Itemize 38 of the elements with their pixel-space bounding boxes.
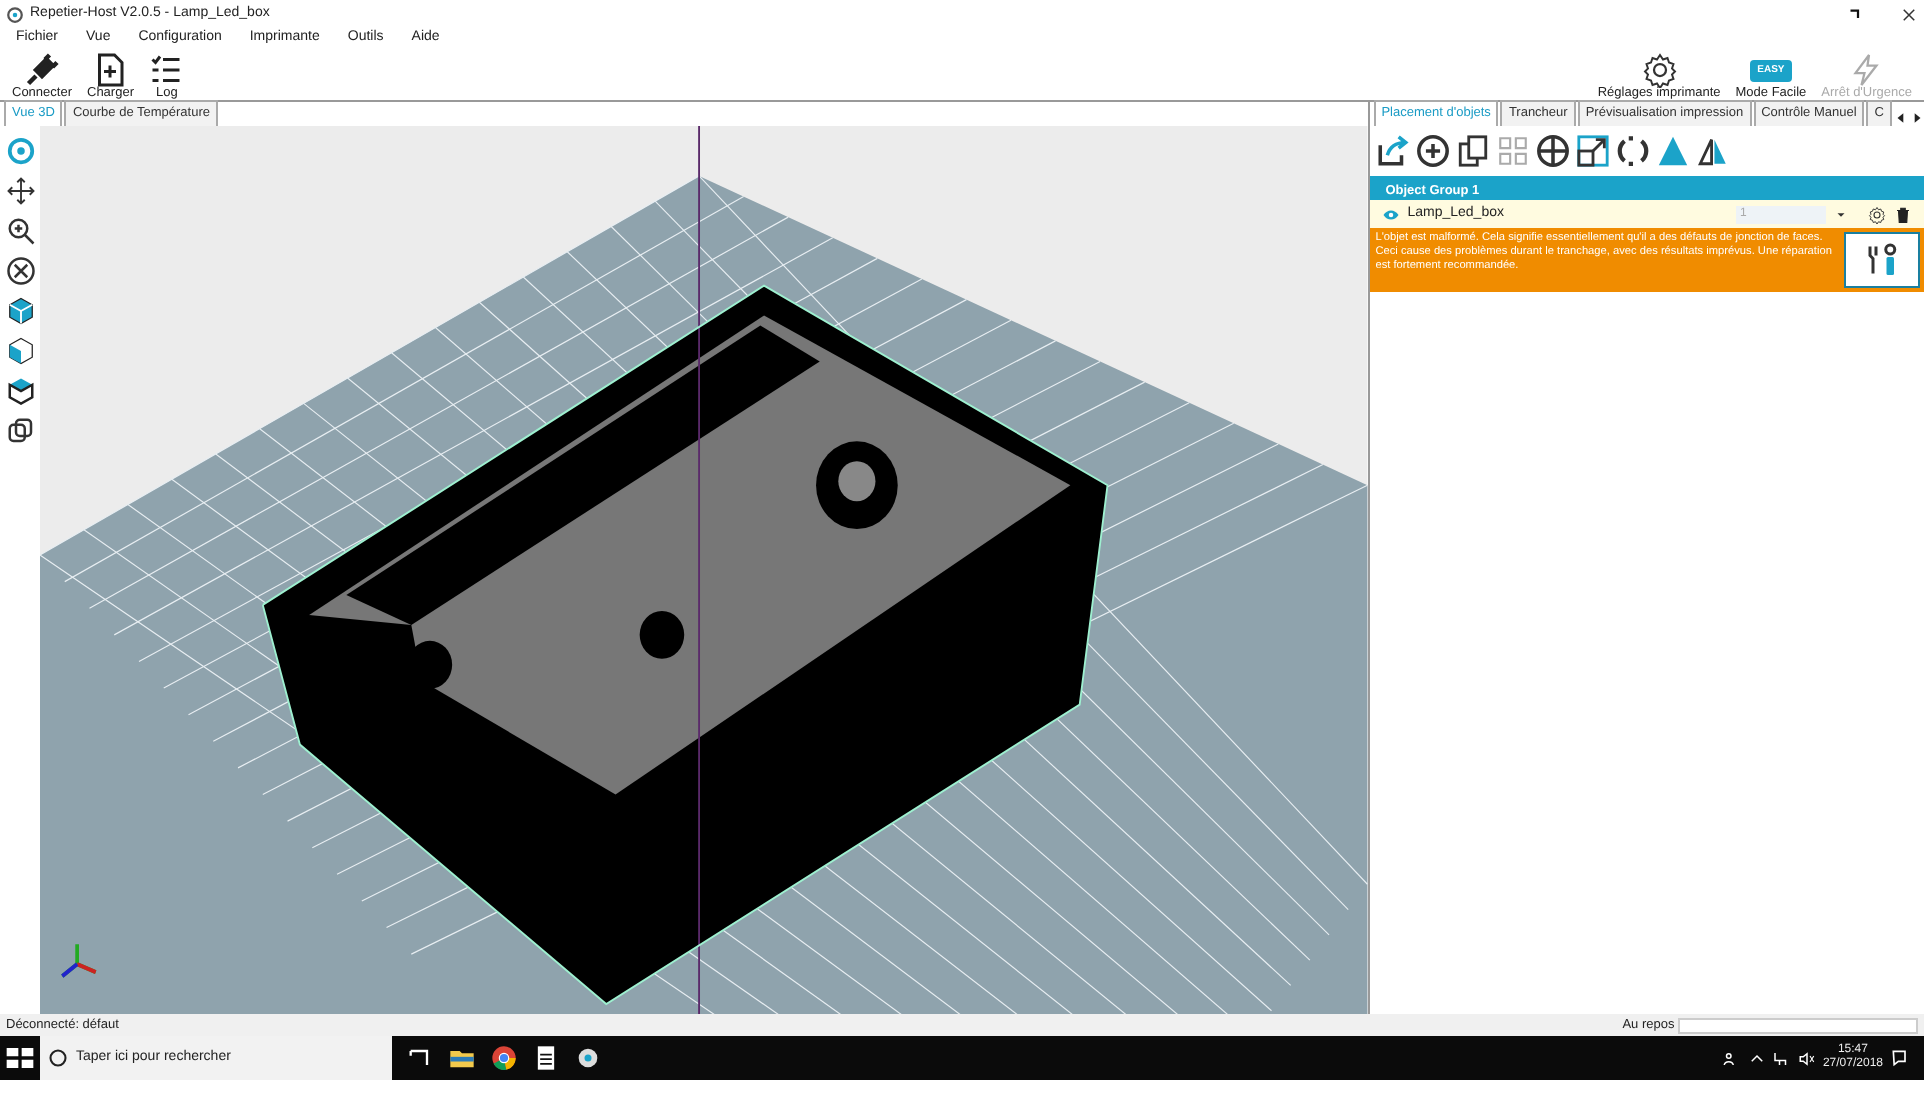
- zoom-icon[interactable]: [5, 216, 35, 246]
- tools-icon: [1864, 242, 1900, 278]
- export-icon[interactable]: [1375, 134, 1410, 168]
- speaker-icon[interactable]: [1797, 1049, 1816, 1067]
- add-icon[interactable]: [1415, 134, 1450, 168]
- checklist-icon: [148, 51, 185, 87]
- lightning-icon: [1848, 51, 1885, 87]
- copy-icon[interactable]: [1455, 134, 1490, 168]
- center-icon[interactable]: [1535, 134, 1570, 168]
- scale-icon[interactable]: [1575, 134, 1610, 168]
- trash-icon[interactable]: [1894, 205, 1912, 223]
- app-logo-icon: [6, 5, 24, 23]
- eye-icon[interactable]: [1381, 205, 1400, 223]
- calculator-icon[interactable]: [532, 1044, 560, 1072]
- cube-icon[interactable]: [5, 336, 35, 366]
- file-add-icon: [92, 51, 129, 87]
- app-icon[interactable]: [574, 1044, 602, 1072]
- repair-button[interactable]: [1844, 232, 1920, 288]
- cube-icon[interactable]: [5, 296, 35, 326]
- browser-icon[interactable]: [490, 1044, 518, 1072]
- cube-outline-icon[interactable]: [5, 416, 35, 446]
- plug-icon: [24, 51, 60, 87]
- cube-icon[interactable]: [5, 376, 35, 406]
- mirror-icon[interactable]: [1695, 134, 1730, 168]
- network-icon[interactable]: [1772, 1049, 1791, 1067]
- move-icon[interactable]: [5, 176, 35, 206]
- restore-icon[interactable]: [1846, 5, 1864, 23]
- notification-icon[interactable]: [1890, 1048, 1910, 1068]
- close-icon[interactable]: [1900, 5, 1918, 23]
- axes-icon: [60, 942, 98, 978]
- search-icon: [48, 1048, 68, 1068]
- chevron-up-icon[interactable]: [1747, 1049, 1766, 1067]
- settings-icon[interactable]: [1868, 205, 1886, 223]
- dropdown-icon[interactable]: [1834, 207, 1848, 221]
- scroll-right-icon[interactable]: [1910, 110, 1924, 126]
- fit-view-icon[interactable]: [5, 256, 35, 286]
- rotate-icon[interactable]: [1615, 134, 1650, 168]
- settings-icon: [1641, 51, 1678, 87]
